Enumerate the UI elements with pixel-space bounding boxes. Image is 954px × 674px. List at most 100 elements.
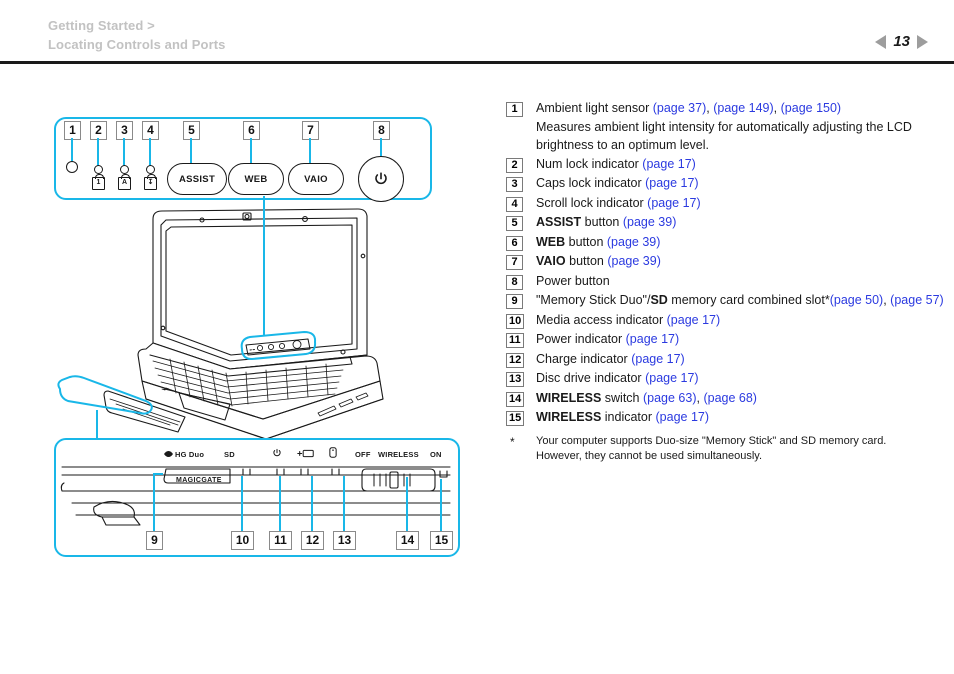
leader-line-11: [279, 476, 281, 531]
assist-button[interactable]: ASSIST: [167, 163, 227, 195]
leader-line-6: [250, 138, 252, 163]
callout-number-11: 11: [506, 333, 524, 348]
callout-9: 9: [146, 531, 163, 550]
page-link[interactable]: (page 17): [645, 176, 699, 190]
footnote: * Your computer supports Duo-size "Memory…: [506, 434, 946, 464]
vaio-button-label: VAIO: [304, 173, 328, 185]
leader-line-13: [343, 476, 345, 531]
list-item-text: Power button: [536, 273, 946, 291]
list-item: 14 WIRELESS switch (page 63), (page 68): [506, 390, 946, 408]
header-divider: [0, 61, 954, 64]
scroll-lock-led-icon: [145, 165, 155, 174]
memory-stick-icon: [164, 451, 173, 457]
callout-number-14: 14: [506, 391, 525, 407]
num-lock-led-icon: [93, 165, 103, 174]
leader-line-3: [123, 138, 125, 166]
item-label: Charge indicator: [536, 351, 632, 366]
callout-number-10: 10: [506, 313, 525, 329]
item-label: Media access indicator: [536, 312, 667, 327]
page-link[interactable]: (page 63): [643, 391, 697, 405]
callout-number-5: 5: [506, 216, 523, 231]
caps-lock-led-icon: [119, 165, 129, 174]
power-indicator-icon: [273, 448, 281, 457]
triangle-right-icon[interactable]: [917, 34, 928, 49]
callout-11: 11: [269, 531, 292, 550]
page-link[interactable]: (page 17): [667, 313, 721, 327]
callout-number-9: 9: [506, 294, 523, 309]
emphasis-label: WIRELESS: [536, 390, 602, 405]
wireless-label: WIRELESS: [378, 450, 419, 459]
list-item-text: VAIO button (page 39): [536, 253, 946, 271]
page-link[interactable]: (page 17): [642, 157, 696, 171]
num-lock-indicator-icon: 1: [92, 177, 105, 190]
callout-number-1: 1: [506, 102, 523, 117]
emphasis-label: WEB: [536, 234, 566, 249]
callout-13: 13: [333, 531, 356, 550]
emphasis-label: VAIO: [536, 254, 566, 268]
list-item: 8 Power button: [506, 273, 946, 291]
list-item-text: ASSIST button (page 39): [536, 214, 946, 232]
callout-number-4: 4: [506, 196, 523, 212]
callout-14: 14: [396, 531, 419, 550]
page-link[interactable]: (page 50): [830, 293, 884, 307]
list-item-text: WIRELESS switch (page 63), (page 68): [536, 390, 946, 408]
leader-line-12: [311, 476, 313, 531]
callout-number-12: 12: [506, 352, 525, 368]
web-button[interactable]: WEB: [228, 163, 284, 195]
list-item-text: Charge indicator (page 17): [536, 351, 946, 369]
item-label: Power button: [536, 273, 610, 288]
page-link[interactable]: (page 17): [645, 371, 699, 385]
item-label: button: [565, 254, 608, 268]
item-label: Disc drive indicator: [536, 371, 646, 385]
page-link[interactable]: (page 17): [656, 410, 710, 424]
leader-line-front-panel: [96, 410, 98, 440]
triangle-left-icon[interactable]: [875, 34, 887, 49]
page-link[interactable]: (page 57): [890, 293, 944, 307]
item-label: button: [565, 234, 607, 249]
page-link[interactable]: (page 150): [781, 101, 841, 115]
component-list: 1 Ambient light sensor (page 37), (page 1…: [506, 100, 946, 464]
item-label-2: memory card combined slot*: [667, 293, 830, 307]
figure-locating-controls-and-ports: 1 2 3 4 5 6 7 8 1 A ↧ ASSIST WEB VAIO HG…: [0, 85, 500, 575]
sd-label: SD: [224, 450, 235, 459]
page-link[interactable]: (page 39): [623, 215, 677, 229]
memory-stick-label: HG Duo: [175, 450, 205, 459]
callout-12: 12: [301, 531, 324, 550]
item-label: Caps lock indicator: [536, 176, 646, 190]
on-label: ON: [430, 450, 442, 459]
off-label: OFF: [355, 450, 371, 459]
item-label: Scroll lock indicator: [536, 195, 648, 210]
front-panel-highlight: [57, 375, 153, 415]
item-label: Ambient light sensor: [536, 101, 653, 115]
callout-number-7: 7: [506, 255, 523, 270]
power-button[interactable]: [358, 156, 404, 202]
leader-line-1: [71, 138, 73, 161]
page-link[interactable]: (page 39): [607, 235, 661, 249]
callout-number-3: 3: [506, 177, 523, 192]
vaio-button[interactable]: VAIO: [288, 163, 344, 195]
list-item-text: Ambient light sensor (page 37), (page 14…: [536, 100, 946, 118]
page-link[interactable]: (page 68): [703, 391, 757, 405]
leader-line-7: [309, 138, 311, 163]
leader-line-5: [190, 138, 192, 163]
list-item: 9 "Memory Stick Duo"/SD memory card combi…: [506, 292, 946, 310]
page-link[interactable]: (page 17): [647, 196, 701, 210]
list-item: 13 Disc drive indicator (page 17): [506, 370, 946, 388]
list-item: 7 VAIO button (page 39): [506, 253, 946, 271]
button-strip-highlight: [240, 331, 317, 361]
emphasis-label-2: SD: [650, 293, 668, 307]
page-link[interactable]: (page 37): [653, 101, 707, 115]
callout-number-13: 13: [506, 372, 525, 387]
page-link[interactable]: (page 149): [713, 101, 773, 115]
leader-line-9: [153, 473, 155, 531]
item-label: indicator: [601, 410, 656, 424]
ambient-light-sensor-icon: [66, 161, 78, 173]
breadcrumb-line-2: Locating Controls and Ports: [48, 37, 226, 52]
list-item-text: Media access indicator (page 17): [536, 312, 946, 330]
item-label: switch: [601, 390, 643, 405]
page-link[interactable]: (page 17): [631, 352, 685, 366]
page-link[interactable]: (page 17): [626, 332, 680, 346]
leader-line-10: [241, 476, 243, 531]
page-link[interactable]: (page 39): [607, 254, 661, 268]
leader-line-15: [440, 479, 442, 531]
